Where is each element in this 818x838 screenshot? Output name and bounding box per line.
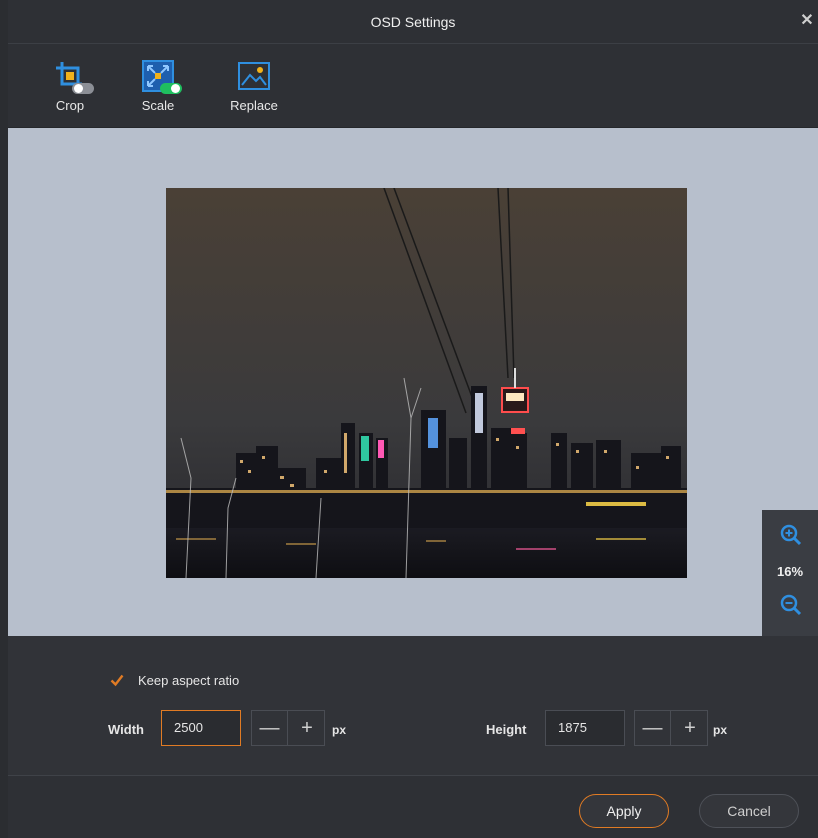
dialog-title: OSD Settings (370, 14, 456, 30)
width-label: Width (108, 722, 144, 737)
keep-aspect-ratio-checkbox[interactable] (110, 673, 124, 687)
crop-button[interactable]: Crop (40, 58, 100, 118)
crop-toggle[interactable] (72, 83, 94, 94)
replace-image-icon (236, 58, 272, 94)
apply-button[interactable]: Apply (579, 794, 669, 828)
dialog-footer: Apply Cancel (8, 776, 818, 838)
cancel-button[interactable]: Cancel (699, 794, 799, 828)
crop-icon (52, 58, 94, 94)
crop-label: Crop (55, 98, 85, 113)
replace-label: Replace (230, 98, 278, 113)
close-icon[interactable]: ✕ (798, 12, 816, 30)
width-decrement-button[interactable]: — (252, 711, 288, 745)
height-label: Height (486, 722, 527, 737)
scale-settings: Keep aspect ratio Width 2500 — + px Heig… (8, 636, 818, 776)
zoom-in-icon[interactable] (780, 524, 802, 546)
height-increment-button[interactable]: + (672, 711, 708, 745)
width-increment-button[interactable]: + (289, 711, 325, 745)
title-bar: OSD Settings ✕ (8, 0, 818, 44)
height-unit: px (713, 723, 728, 737)
scale-button[interactable]: Scale (128, 58, 188, 118)
width-input[interactable]: 2500 (161, 710, 241, 746)
scale-icon (140, 58, 182, 94)
height-stepper: — + (634, 710, 708, 746)
keep-aspect-ratio-label: Keep aspect ratio (138, 672, 240, 688)
width-unit: px (332, 723, 347, 737)
height-input[interactable]: 1875 (545, 710, 625, 746)
zoom-level: 16% (776, 564, 804, 579)
replace-button[interactable]: Replace (224, 58, 284, 118)
zoom-panel: 16% (762, 510, 818, 636)
image-preview-area[interactable]: 16% (8, 128, 818, 636)
zoom-out-icon[interactable] (780, 594, 802, 616)
preview-image (166, 188, 687, 578)
width-stepper: — + (251, 710, 325, 746)
scale-toggle[interactable] (160, 83, 182, 94)
keep-aspect-ratio-row[interactable]: Keep aspect ratio (110, 672, 239, 688)
osd-settings-dialog: OSD Settings ✕ Crop Scale Replace 16% Ke… (8, 0, 818, 838)
scale-label: Scale (141, 98, 175, 113)
toolbar: Crop Scale Replace (8, 44, 818, 128)
height-decrement-button[interactable]: — (635, 711, 671, 745)
